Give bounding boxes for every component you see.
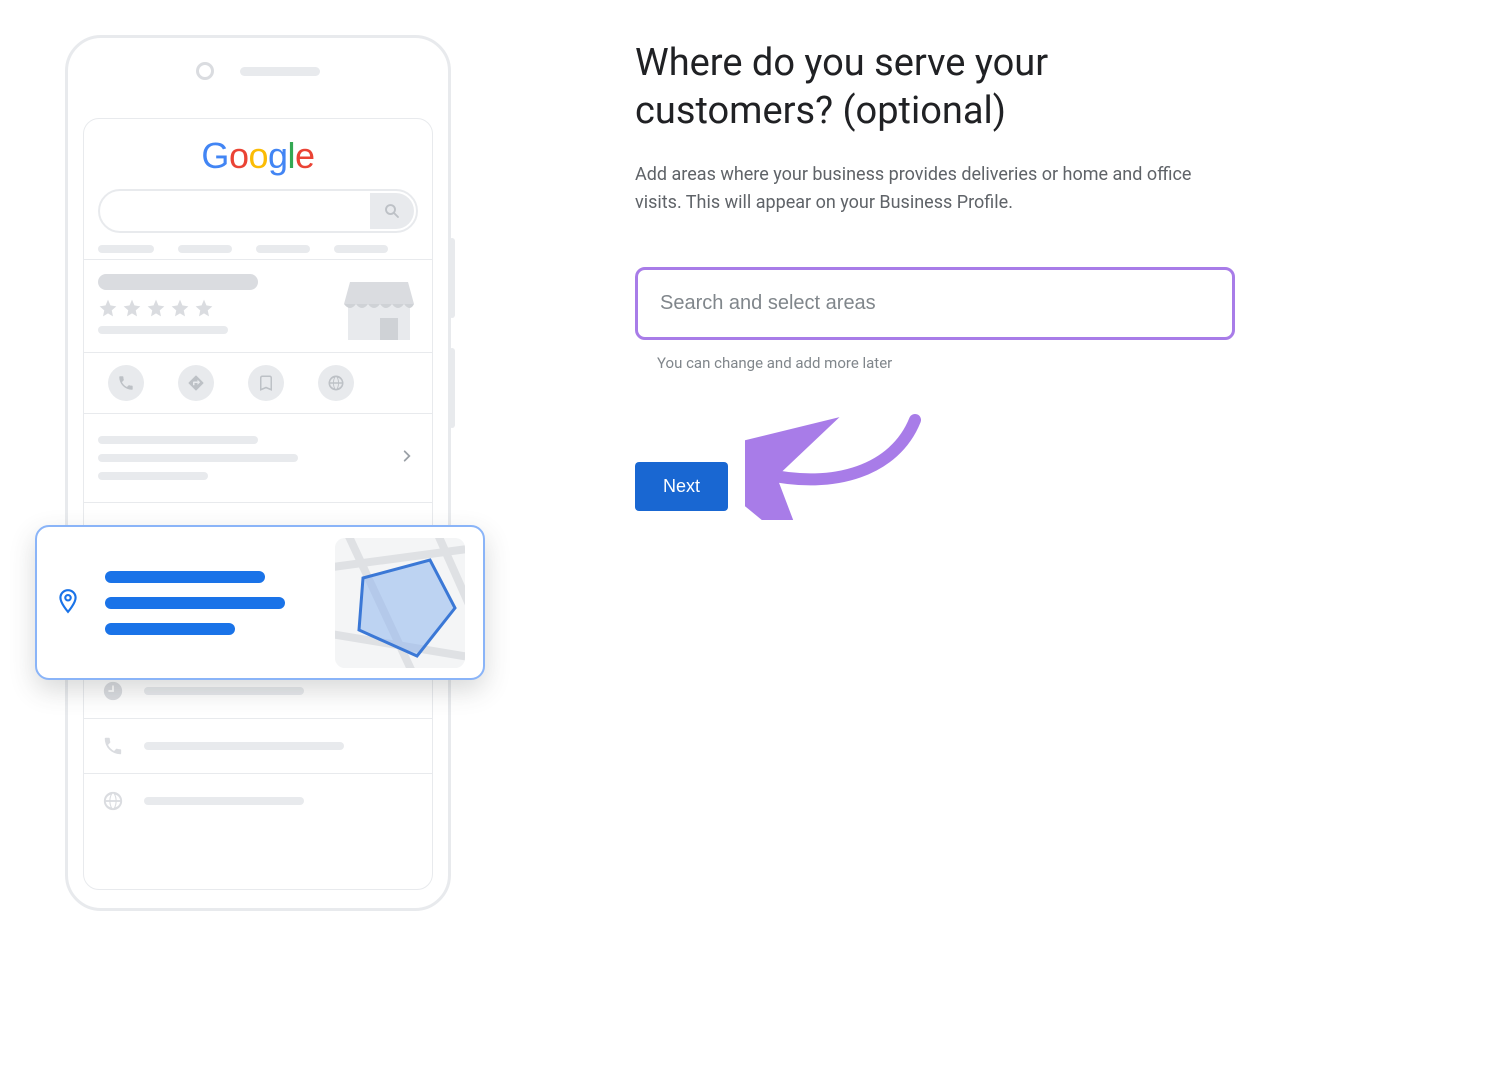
google-logo: G o o g l e [84,135,432,177]
page-heading: Where do you serve your customers? (opti… [635,40,1235,135]
mock-search-bar [98,189,418,233]
logo-letter: o [229,135,249,177]
mock-description-block [84,414,432,502]
mock-info-row-website [84,774,432,828]
phone-notch [68,62,448,80]
next-button[interactable]: Next [635,462,728,511]
logo-letter: l [288,135,296,177]
placeholder-line [98,274,258,290]
mock-tabs [98,245,418,253]
phone-speaker-slit [240,67,320,76]
bookmark-icon [248,365,284,401]
placeholder-line [144,797,304,805]
directions-icon [178,365,214,401]
map-pin-icon [55,588,81,618]
search-icon [370,193,414,229]
storefront-icon [340,270,418,352]
phone-icon [108,365,144,401]
placeholder-line [144,687,304,695]
clock-icon [102,680,124,702]
phone-screen: G o o g l e [83,118,433,890]
phone-icon [102,735,124,757]
input-hint: You can change and add more later [657,354,1235,372]
annotation-arrow-icon [745,410,945,520]
phone-side-button [449,238,455,318]
mock-business-card [84,260,432,352]
service-area-card-highlight [35,525,485,680]
logo-letter: g [268,135,288,177]
placeholder-line [98,326,228,334]
mock-info-row-phone [84,719,432,773]
placeholder-lines [105,557,311,649]
logo-letter: o [248,135,268,177]
globe-icon [102,790,124,812]
area-search-input[interactable] [638,270,1232,337]
page-description: Add areas where your business provides d… [635,161,1235,217]
chevron-right-icon [400,448,414,467]
globe-icon [318,365,354,401]
phone-side-button [449,348,455,428]
map-thumbnail [335,538,465,668]
phone-mock-frame: G o o g l e [65,35,451,911]
logo-letter: G [201,135,229,177]
placeholder-line [144,742,344,750]
phone-camera-dot [196,62,214,80]
mock-action-row [84,353,432,413]
logo-letter: e [295,135,315,177]
area-search-wrapper [635,267,1235,340]
